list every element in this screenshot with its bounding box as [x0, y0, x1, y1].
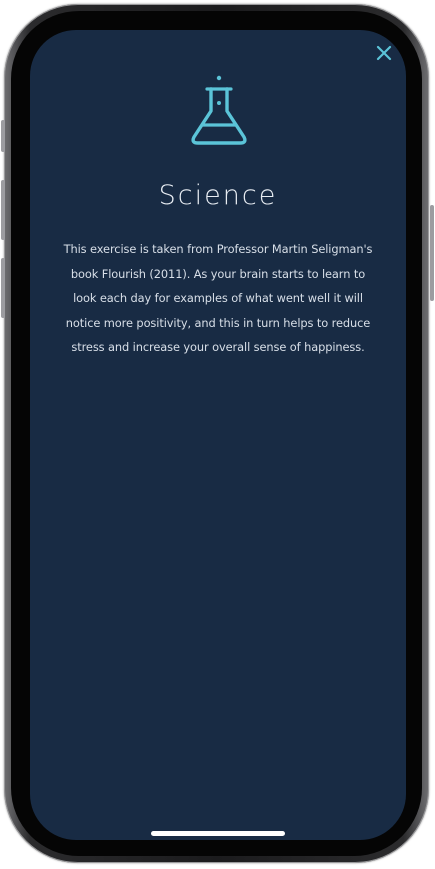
volume-up-button [1, 180, 5, 240]
power-button [430, 205, 434, 301]
app-screen: Science This exercise is taken from Prof… [30, 30, 406, 840]
volume-down-button [1, 258, 5, 318]
close-button[interactable] [374, 43, 394, 63]
description-text: This exercise is taken from Professor Ma… [63, 242, 373, 354]
page-title: Science [158, 180, 278, 211]
silent-switch [1, 120, 5, 152]
flask-icon [191, 75, 247, 145]
close-icon [376, 45, 392, 61]
home-indicator[interactable] [151, 831, 285, 836]
